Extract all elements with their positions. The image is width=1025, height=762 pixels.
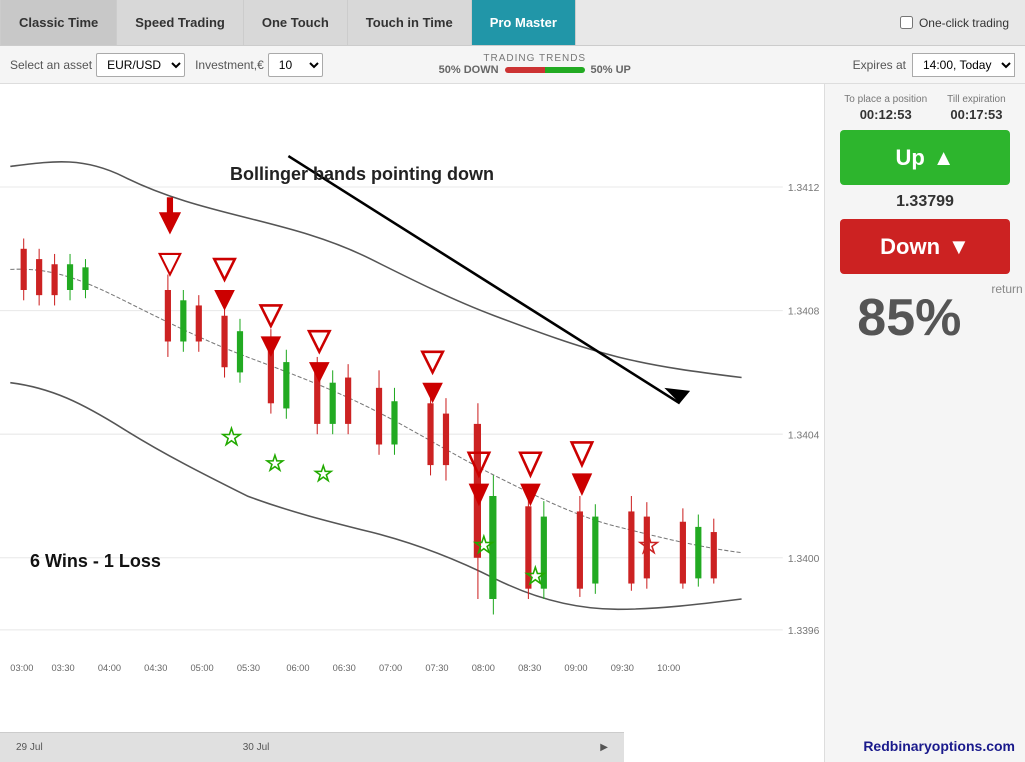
svg-text:★: ★ bbox=[474, 532, 494, 558]
svg-text:08:00: 08:00 bbox=[472, 663, 495, 673]
right-panel: To place a position 00:12:53 Till expira… bbox=[825, 84, 1025, 762]
expiration-timer: 00:17:53 bbox=[950, 107, 1002, 122]
tab-classic-time[interactable]: Classic Time bbox=[0, 0, 117, 45]
chart-svg-wrapper: 1.3412 1.3408 1.3404 1.3400 1.3396 bbox=[0, 84, 824, 732]
trends-bar: 50% DOWN 50% UP bbox=[439, 64, 631, 76]
position-timer: 00:12:53 bbox=[860, 107, 912, 122]
watermark: Redbinaryoptions.com bbox=[863, 738, 1015, 754]
svg-text:10:00: 10:00 bbox=[657, 663, 680, 673]
date-30jul: 30 Jul bbox=[243, 742, 270, 753]
one-click-area: One-click trading bbox=[900, 16, 1025, 30]
svg-text:06:30: 06:30 bbox=[333, 663, 356, 673]
svg-text:09:30: 09:30 bbox=[611, 663, 634, 673]
return-area: 85% return bbox=[857, 292, 992, 344]
chart-svg: 1.3412 1.3408 1.3404 1.3400 1.3396 bbox=[0, 84, 824, 681]
one-click-checkbox[interactable] bbox=[900, 16, 913, 29]
expiration-label: Till expiration bbox=[947, 94, 1006, 105]
trend-line bbox=[505, 67, 585, 73]
investment-dropdown[interactable]: 10 25 50 100 bbox=[268, 53, 323, 77]
asset-dropdown[interactable]: EUR/USD GBP/USD USD/JPY bbox=[96, 53, 185, 77]
svg-text:08:30: 08:30 bbox=[518, 663, 541, 673]
tabs-bar: Classic Time Speed Trading One Touch Tou… bbox=[0, 0, 1025, 46]
one-click-label: One-click trading bbox=[919, 16, 1009, 30]
timer-row: To place a position 00:12:53 Till expira… bbox=[835, 94, 1015, 122]
controls-bar: Select an asset EUR/USD GBP/USD USD/JPY … bbox=[0, 46, 1025, 84]
tab-touch-in-time[interactable]: Touch in Time bbox=[348, 0, 472, 45]
position-timer-box: To place a position 00:12:53 bbox=[844, 94, 927, 122]
return-label: return bbox=[991, 282, 1022, 296]
position-label: To place a position bbox=[844, 94, 927, 105]
price-display: 1.33799 bbox=[896, 193, 954, 211]
scroll-right[interactable]: ▶ bbox=[600, 742, 608, 753]
trading-trends: TRADING TRENDS 50% DOWN 50% UP bbox=[439, 53, 631, 76]
svg-text:05:00: 05:00 bbox=[191, 663, 214, 673]
svg-text:1.3404: 1.3404 bbox=[788, 430, 820, 441]
return-value: 85% bbox=[857, 292, 961, 344]
tab-pro-master[interactable]: Pro Master bbox=[472, 0, 576, 45]
svg-text:1.3400: 1.3400 bbox=[788, 554, 820, 565]
down-arrow: ▼ bbox=[948, 234, 970, 260]
asset-label: Select an asset bbox=[10, 58, 92, 72]
svg-text:07:00: 07:00 bbox=[379, 663, 402, 673]
trading-trends-label: TRADING TRENDS bbox=[483, 53, 586, 64]
expires-area: Expires at 14:00, Today 15:00, Today bbox=[853, 53, 1015, 77]
svg-text:★: ★ bbox=[266, 452, 284, 475]
svg-text:1.3408: 1.3408 bbox=[788, 307, 820, 318]
down-pct: 50% DOWN bbox=[439, 64, 499, 76]
svg-text:03:00: 03:00 bbox=[10, 663, 33, 673]
expiration-timer-box: Till expiration 00:17:53 bbox=[947, 94, 1006, 122]
svg-text:1.3396: 1.3396 bbox=[788, 626, 820, 637]
down-button[interactable]: Down ▼ bbox=[840, 219, 1010, 274]
tab-one-touch[interactable]: One Touch bbox=[244, 0, 348, 45]
up-arrow: ▲ bbox=[933, 145, 955, 171]
up-pct: 50% UP bbox=[591, 64, 631, 76]
svg-text:09:00: 09:00 bbox=[564, 663, 587, 673]
up-button[interactable]: Up ▲ bbox=[840, 130, 1010, 185]
asset-select-container: Select an asset EUR/USD GBP/USD USD/JPY bbox=[10, 53, 185, 77]
investment-select-container: Investment,€ 10 25 50 100 bbox=[195, 53, 323, 77]
date-labels: 29 Jul 30 Jul ▶ bbox=[6, 742, 618, 753]
chart-bottom-bar: 29 Jul 30 Jul ▶ bbox=[0, 732, 624, 762]
expires-dropdown[interactable]: 14:00, Today 15:00, Today bbox=[912, 53, 1015, 77]
return-row: 85% return bbox=[857, 292, 992, 344]
main-content: 5m ⚡ + 🔧 Euro – United States dollar, FO… bbox=[0, 84, 1025, 762]
expires-label: Expires at bbox=[853, 58, 906, 72]
chart-area: 5m ⚡ + 🔧 Euro – United States dollar, FO… bbox=[0, 84, 825, 762]
svg-text:06:00: 06:00 bbox=[286, 663, 309, 673]
svg-text:07:30: 07:30 bbox=[425, 663, 448, 673]
svg-text:★: ★ bbox=[314, 463, 332, 486]
svg-text:★: ★ bbox=[639, 532, 659, 558]
svg-text:04:30: 04:30 bbox=[144, 663, 167, 673]
tab-speed-trading[interactable]: Speed Trading bbox=[117, 0, 244, 45]
date-29jul: 29 Jul bbox=[16, 742, 43, 753]
svg-text:03:30: 03:30 bbox=[51, 663, 74, 673]
up-label: Up bbox=[895, 145, 924, 171]
down-label: Down bbox=[880, 234, 940, 260]
svg-text:1.3412: 1.3412 bbox=[788, 183, 820, 194]
svg-text:★: ★ bbox=[525, 563, 545, 589]
svg-text:05:30: 05:30 bbox=[237, 663, 260, 673]
svg-text:★: ★ bbox=[221, 423, 241, 449]
svg-text:04:00: 04:00 bbox=[98, 663, 121, 673]
investment-label: Investment,€ bbox=[195, 58, 264, 72]
